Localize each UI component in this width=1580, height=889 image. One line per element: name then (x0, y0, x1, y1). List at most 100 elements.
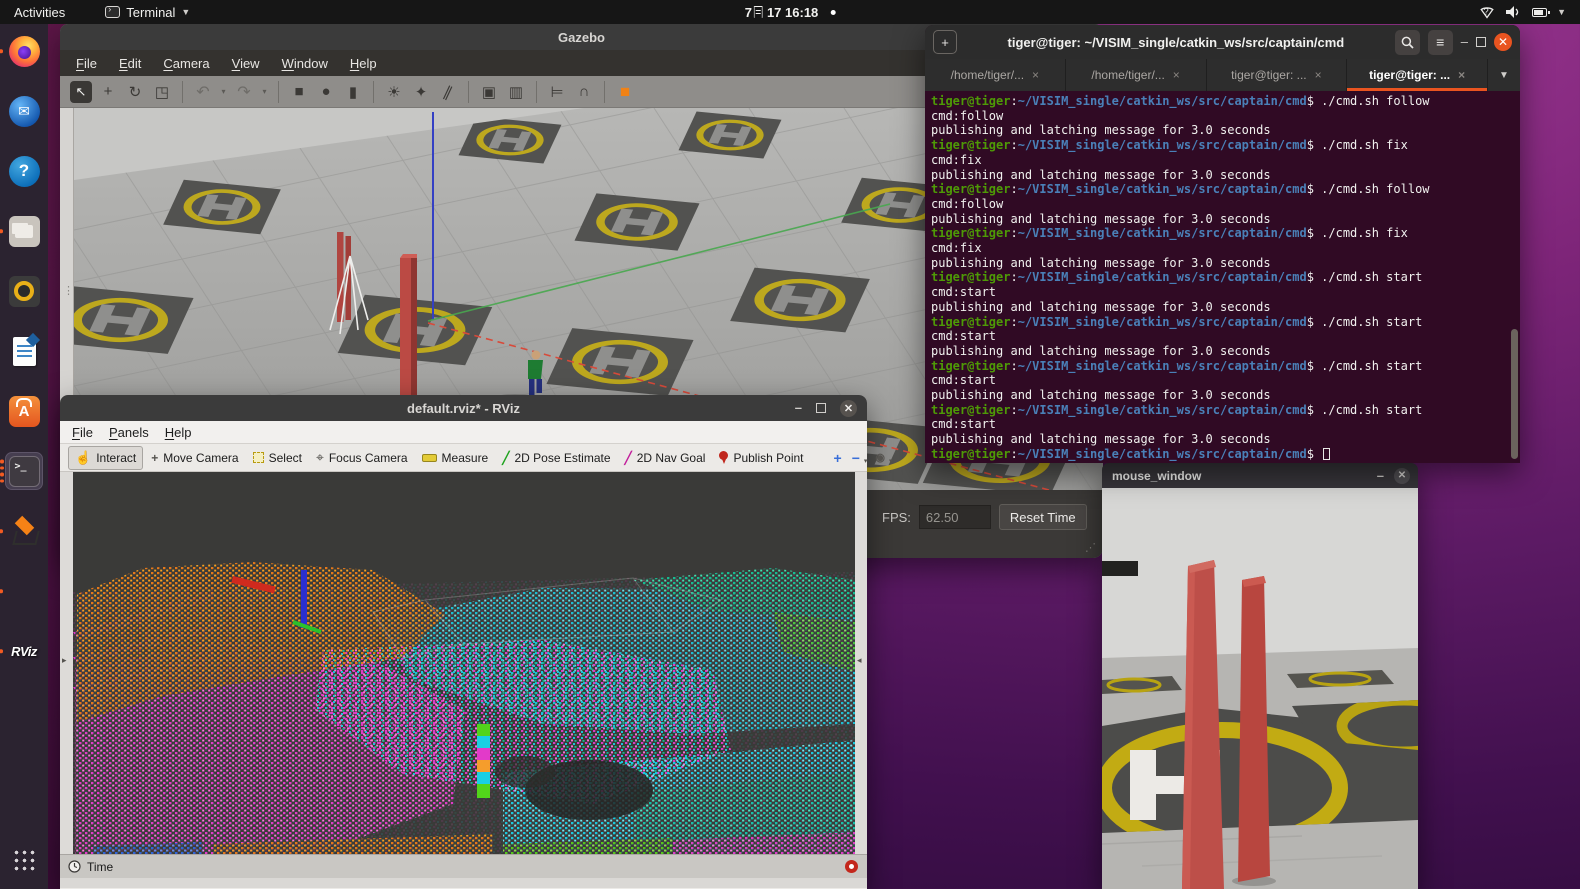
cursor-icon[interactable]: ↖ (70, 81, 92, 103)
gazebo-menu-view[interactable]: View (232, 56, 260, 71)
point-light-icon[interactable]: ☀ (383, 81, 405, 103)
gazebo-menu-edit[interactable]: Edit (119, 56, 141, 71)
files-icon (9, 216, 40, 247)
maximize-button[interactable] (816, 403, 826, 413)
dock-item-running-app[interactable] (5, 572, 43, 610)
scale-icon[interactable]: ◳ (151, 81, 173, 103)
time-panel-close-icon[interactable] (845, 860, 858, 873)
spot-light-icon[interactable]: ✦ (410, 81, 432, 103)
terminal-output[interactable]: tiger@tiger:~/VISIM_single/catkin_ws/src… (925, 91, 1520, 463)
caret-down-icon[interactable]: ▾ (219, 81, 228, 103)
toolbar-separator (278, 81, 279, 103)
terminal-tab-1[interactable]: /home/tiger/...× (925, 59, 1066, 91)
close-icon[interactable]: ✕ (1494, 33, 1512, 51)
tool-options-icon[interactable]: ◉ (871, 451, 889, 464)
close-icon[interactable]: ✕ (1394, 468, 1410, 484)
scrollbar-thumb[interactable] (1511, 329, 1518, 459)
snap-icon[interactable]: ∩ (573, 81, 595, 103)
tab-close-icon[interactable]: × (1315, 68, 1322, 82)
tab-close-icon[interactable]: × (1032, 68, 1039, 82)
gazebo-menu-help[interactable]: Help (350, 56, 377, 71)
insert-model-icon[interactable]: ■ (614, 81, 636, 103)
remove-tool-icon[interactable]: − (848, 450, 864, 466)
terminal-tab-2[interactable]: /home/tiger/...× (1066, 59, 1207, 91)
clock-button[interactable]: 7月17 16:18 (745, 5, 836, 20)
notification-dot-icon (830, 10, 835, 15)
gazebo-menu-window[interactable]: Window (282, 56, 328, 71)
cylinder-icon[interactable]: ▮ (342, 81, 364, 103)
time-panel-header[interactable]: Time (60, 854, 867, 878)
rviz-menu-file[interactable]: File (72, 425, 93, 440)
minimize-button[interactable]: – (795, 403, 802, 413)
tool-measure[interactable]: Measure (416, 448, 495, 468)
sphere-icon[interactable]: ● (315, 81, 337, 103)
terminal-tab-3[interactable]: tiger@tiger: ...× (1207, 59, 1348, 91)
caret-down-icon[interactable]: ▾ (260, 81, 269, 103)
gazebo-menu-file[interactable]: File (76, 56, 97, 71)
new-tab-button[interactable]: + (933, 30, 957, 54)
rviz-menu-panels[interactable]: Panels (109, 425, 149, 440)
tool-select[interactable]: Select (247, 448, 308, 468)
tool-move-camera[interactable]: +Move Camera (145, 448, 244, 468)
dock-item-show-applications[interactable] (5, 841, 43, 879)
dock-item-firefox[interactable] (5, 32, 43, 70)
directional-light-icon[interactable]: ∥ (433, 77, 462, 106)
activities-button[interactable]: Activities (14, 5, 65, 20)
undo-icon[interactable]: ↶ (192, 81, 214, 103)
views-panel-expander[interactable]: ◂ (855, 472, 867, 854)
toolbar-separator (373, 81, 374, 103)
tool-2d-nav-goal[interactable]: ╱2D Nav Goal (619, 448, 712, 468)
rviz-toolbar: ☝Interact+Move CameraSelect⌖Focus Camera… (60, 444, 867, 472)
dock-item-help[interactable]: ? (5, 152, 43, 190)
align-icon[interactable]: ⊨ (546, 81, 568, 103)
rviz-menu-help[interactable]: Help (165, 425, 192, 440)
caret-down-icon[interactable]: ▾ (864, 457, 868, 465)
rviz-titlebar[interactable]: default.rviz* - RViz – ✕ (60, 395, 867, 421)
minimize-button[interactable]: – (1377, 471, 1384, 481)
gazebo-menu-camera[interactable]: Camera (163, 56, 209, 71)
tab-close-icon[interactable]: × (1458, 68, 1465, 82)
terminal-tab-4[interactable]: tiger@tiger: ...× (1347, 59, 1488, 91)
tool-interact[interactable]: ☝Interact (68, 446, 143, 470)
close-icon[interactable]: ✕ (840, 400, 857, 417)
dock-item-rhythmbox[interactable] (5, 272, 43, 310)
mouse-window-3d-view[interactable] (1102, 488, 1418, 889)
mouse-window-titlebar[interactable]: mouse_window – ✕ (1102, 463, 1418, 488)
paste-icon[interactable]: ▥ (505, 81, 527, 103)
system-status-area[interactable]: ? ▼ (1479, 5, 1580, 19)
dock-item-terminal[interactable]: >_ (5, 452, 43, 490)
dock-item-ubuntu-software[interactable]: A (5, 392, 43, 430)
tab-close-icon[interactable]: × (1173, 68, 1180, 82)
app-menu[interactable]: Terminal ▼ (105, 5, 190, 20)
displays-panel-expander[interactable]: ▸ (60, 472, 73, 854)
copy-icon[interactable]: ▣ (478, 81, 500, 103)
move-icon[interactable]: + (97, 81, 119, 103)
terminal-titlebar[interactable]: + tiger@tiger: ~/VISIM_single/catkin_ws/… (925, 25, 1520, 59)
terminal-line: tiger@tiger:~/VISIM_single/catkin_ws/src… (931, 403, 1520, 418)
maximize-button[interactable] (1476, 37, 1486, 47)
box-icon[interactable]: ■ (288, 81, 310, 103)
dock-item-gazebo[interactable] (5, 512, 43, 550)
resize-grip-icon[interactable]: ⋰ (1085, 541, 1096, 554)
tool-label: 2D Nav Goal (637, 451, 706, 465)
tool-2d-pose-estimate[interactable]: ╱2D Pose Estimate (496, 448, 616, 468)
dock-item-files[interactable] (5, 212, 43, 250)
reset-time-button[interactable]: Reset Time (999, 504, 1087, 530)
dock-item-libreoffice-writer[interactable] (5, 332, 43, 370)
toolbar-separator (604, 81, 605, 103)
month-glyph: 月 (754, 6, 763, 18)
add-tool-icon[interactable]: + (830, 450, 846, 466)
dock-item-thunderbird[interactable] (5, 92, 43, 130)
rotate-icon[interactable]: ↻ (124, 81, 146, 103)
terminal-line: tiger@tiger:~/VISIM_single/catkin_ws/src… (931, 270, 1520, 285)
tool-publish-point[interactable]: Publish Point (713, 448, 809, 468)
dock-item-rviz[interactable]: RViz (5, 632, 43, 670)
caret-down-icon[interactable]: ▾ (889, 457, 893, 465)
hamburger-menu-button[interactable]: ≡ (1428, 30, 1453, 55)
minimize-button[interactable]: – (1461, 37, 1468, 47)
tool-focus-camera[interactable]: ⌖Focus Camera (310, 446, 414, 469)
rviz-3d-viewport[interactable] (73, 472, 855, 855)
search-button[interactable] (1395, 30, 1420, 55)
redo-icon[interactable]: ↷ (233, 81, 255, 103)
tab-list-dropdown[interactable]: ▼ (1488, 59, 1520, 91)
